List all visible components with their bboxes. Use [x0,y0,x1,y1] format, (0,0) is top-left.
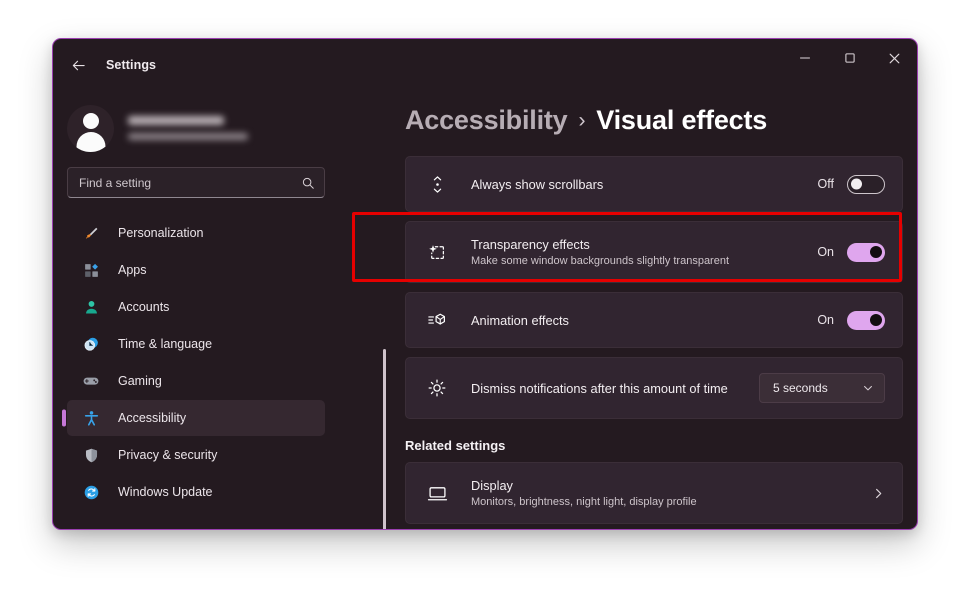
paintbrush-icon [81,223,101,243]
sidebar-item-personalization[interactable]: Personalization [67,215,325,251]
window-titlebar: Settings [53,39,917,91]
related-subtitle: Monitors, brightness, night light, displ… [471,496,697,508]
setting-row-dismiss-notifications[interactable]: Dismiss notifications after this amount … [405,357,903,419]
close-icon [889,53,900,63]
search-icon [301,176,315,190]
setting-row-animation-effects[interactable]: Animation effects On [405,292,903,348]
search-input[interactable] [79,175,301,190]
setting-row-transparency-effects[interactable]: Transparency effects Make some window ba… [405,221,903,283]
setting-title: Animation effects [471,312,569,328]
settings-list: Always show scrollbars Off Transparency … [405,156,903,419]
chevron-down-icon [862,382,874,394]
gamepad-icon [81,371,101,391]
sidebar-item-label: Personalization [118,226,204,240]
apps-grid-icon [81,260,101,280]
dropdown-value: 5 seconds [773,381,828,395]
setting-control: On [817,242,885,262]
toggle-state-label: On [817,245,834,259]
setting-control: On [817,310,885,330]
window-title: Settings [106,58,157,72]
setting-row-always-show-scrollbars[interactable]: Always show scrollbars Off [405,156,903,212]
window-controls [782,39,917,91]
toggle-knob [869,246,882,258]
setting-control: Off [817,174,885,194]
setting-text: Transparency effects Make some window ba… [471,237,817,267]
setting-control: 5 seconds [759,373,885,403]
sidebar-item-accounts[interactable]: Accounts [67,289,325,325]
maximize-icon [844,53,855,63]
related-title: Display [471,478,513,493]
setting-text: Animation effects [471,313,817,328]
toggle-transparency-effects[interactable] [847,242,885,262]
profile-email-redacted [128,133,248,140]
sparkle-transparency-icon [425,240,449,264]
minimize-icon [799,57,810,59]
toggle-knob [869,314,882,326]
sidebar-item-label: Accessibility [118,411,187,425]
dropdown-dismiss-notifications[interactable]: 5 seconds [759,373,885,403]
monitor-icon [425,481,449,505]
scrollbar-icon [425,172,449,196]
notification-timer-icon [425,376,449,400]
sidebar-item-privacy-security[interactable]: Privacy & security [67,437,325,473]
sidebar-item-label: Accounts [118,300,170,314]
accessibility-icon [81,408,101,428]
profile-name-redacted [128,116,224,125]
shield-icon [81,445,101,465]
back-arrow-icon [72,60,85,70]
close-button[interactable] [872,39,917,77]
sidebar-item-apps[interactable]: Apps [67,252,325,288]
setting-title: Always show scrollbars [471,176,604,192]
sidebar-nav: Personalization Apps Accounts Time & lan… [53,215,339,510]
toggle-always-show-scrollbars[interactable] [847,174,885,194]
animation-motion-icon [425,308,449,332]
content-pane: Accessibility › Visual effects Always sh… [339,91,917,529]
sidebar-item-gaming[interactable]: Gaming [67,363,325,399]
sidebar-item-label: Windows Update [118,485,213,499]
sidebar-item-windows-update[interactable]: Windows Update [67,474,325,510]
settings-window: Settings Find a setting Personalization … [52,38,918,530]
related-settings-list: Display Monitors, brightness, night ligh… [405,462,903,524]
setting-text: Dismiss notifications after this amount … [471,381,759,396]
user-profile[interactable] [67,97,339,159]
page-root: Settings Find a setting Personalization … [0,0,967,600]
related-row-display[interactable]: Display Monitors, brightness, night ligh… [405,462,903,524]
toggle-knob [851,178,862,190]
setting-text: Always show scrollbars [471,177,818,192]
person-icon [81,297,101,317]
sidebar-item-accessibility[interactable]: Accessibility [67,400,325,436]
chevron-right-icon: › [578,108,586,132]
toggle-state-label: Off [817,177,834,191]
related-text: Display Monitors, brightness, night ligh… [471,478,872,508]
setting-title: Dismiss notifications after this amount … [471,380,728,396]
toggle-state-label: On [817,313,834,327]
clock-icon [81,334,101,354]
profile-text [128,116,248,140]
sidebar-item-label: Privacy & security [118,448,218,462]
content-scrollbar[interactable] [383,349,386,529]
search-box[interactable] [67,167,325,198]
page-title: Visual effects [596,105,768,135]
related-settings-heading: Related settings [405,438,506,453]
sidebar-item-label: Apps [118,263,147,277]
minimize-button[interactable] [782,39,827,77]
back-button[interactable] [61,50,95,80]
toggle-animation-effects[interactable] [847,310,885,330]
breadcrumb: Accessibility › Visual effects [405,105,917,136]
update-refresh-icon [81,482,101,502]
avatar [67,104,114,152]
sidebar-item-time-language[interactable]: Time & language [67,326,325,362]
sidebar-item-label: Time & language [118,337,213,351]
breadcrumb-parent[interactable]: Accessibility [405,105,568,136]
maximize-button[interactable] [827,39,872,77]
setting-subtitle: Make some window backgrounds slightly tr… [471,255,730,267]
sidebar-item-label: Gaming [118,374,162,388]
chevron-right-icon [872,487,885,500]
setting-title: Transparency effects [471,237,590,252]
sidebar: Personalization Apps [53,91,339,529]
